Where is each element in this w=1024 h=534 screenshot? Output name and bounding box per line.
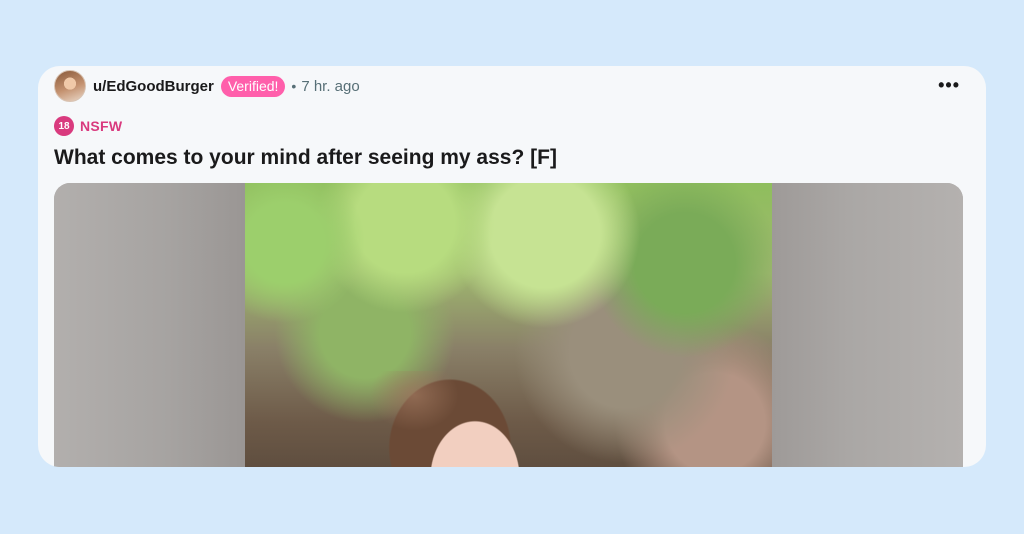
post-title[interactable]: What comes to your mind after seeing my … (54, 144, 557, 172)
post-card[interactable]: u/EdGoodBurger Verified! • 7 hr. ago •••… (38, 66, 986, 467)
post-media[interactable] (54, 183, 963, 467)
nsfw-label: NSFW (80, 118, 123, 134)
post-header: u/EdGoodBurger Verified! • 7 hr. ago (54, 70, 360, 102)
image-detail (369, 371, 459, 431)
nsfw-18-icon: 18 (54, 116, 74, 136)
media-blur-left (54, 183, 245, 467)
more-options-icon[interactable]: ••• (938, 75, 960, 96)
post-image[interactable] (245, 183, 772, 467)
media-blur-right (772, 183, 963, 467)
separator-dot: • (291, 78, 297, 94)
nsfw-tag: 18 NSFW (54, 116, 122, 136)
avatar[interactable] (54, 70, 86, 102)
verified-badge: Verified! (220, 75, 286, 97)
username-link[interactable]: u/EdGoodBurger (93, 78, 214, 95)
post-timestamp: 7 hr. ago (301, 77, 360, 95)
